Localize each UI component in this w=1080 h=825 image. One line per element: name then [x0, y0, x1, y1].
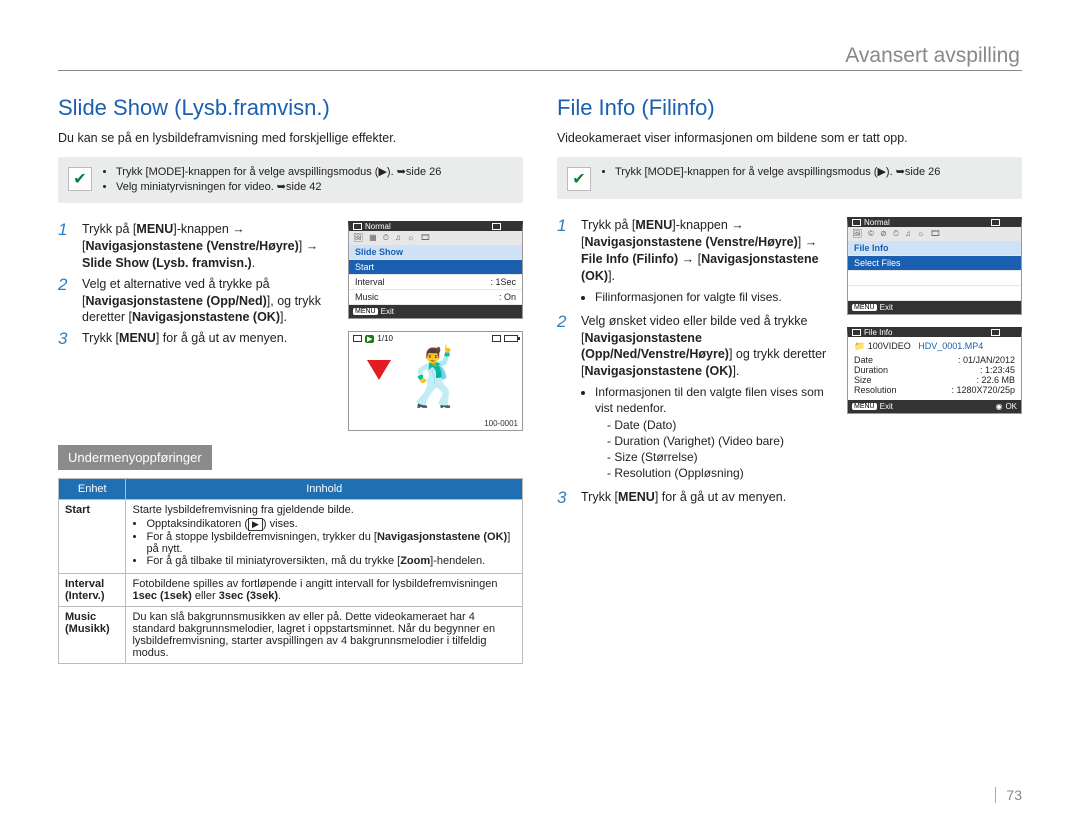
- step-2: 2 Velg et alternative ved å trykke på [N…: [58, 276, 338, 327]
- folder-icon: 📁: [854, 341, 865, 352]
- fileinfo-section-title: File Info (Filinfo): [557, 95, 1022, 121]
- menu-button-label: MENU: [852, 304, 877, 311]
- lcd-list-header: Slide Show: [349, 245, 522, 260]
- card-icon: [353, 335, 362, 342]
- slideshow-section-title: Slide Show (Lysb.framvisn.): [58, 95, 523, 121]
- lcd-icon-row: 🖼▦⏱♫☼🎞: [349, 231, 522, 245]
- step-number: 2: [557, 313, 571, 486]
- submenu-heading: Undermenyoppføringer: [58, 445, 212, 470]
- sd-icon: [991, 329, 1000, 336]
- chapter-header-line: Avansert avspilling: [58, 70, 1022, 71]
- play-indicator-icon: ▶: [248, 518, 263, 531]
- step-number: 1: [557, 217, 571, 309]
- step-number: 1: [58, 221, 72, 272]
- lcd-kv-row: Resolution: 1280X720/25p: [854, 385, 1015, 398]
- battery-icon: [1003, 329, 1017, 336]
- step-3: 3 Trykk [MENU] for å gå ut av menyen.: [557, 489, 837, 508]
- table-header-content: Innhold: [126, 479, 523, 500]
- step-body: Velg ønsket video eller bilde ved å tryk…: [581, 313, 837, 486]
- submenu-table: Enhet Innhold Start Starte lysbildefremv…: [58, 478, 523, 664]
- lcd-kv-row: Date: 01/JAN/2012: [854, 355, 1015, 365]
- sd-icon: [492, 335, 501, 342]
- lcd-fileinfo-menu: Normal 🖼©⊘⏱♫☼🎞 File Info Select Files ME…: [847, 217, 1022, 315]
- table-row: Interval (Interv.) Fotobildene spilles a…: [59, 574, 523, 607]
- card-icon: [353, 223, 362, 230]
- fileinfo-intro: Videokameraet viser informasjonen om bil…: [557, 131, 1022, 145]
- table-header-unit: Enhet: [59, 479, 126, 500]
- table-row: Start Starte lysbildefremvisning fra gje…: [59, 500, 523, 574]
- note-item: Trykk [MODE]-knappen for å velge avspill…: [116, 165, 441, 178]
- lcd-kv-row: Duration: 1:23:45: [854, 365, 1015, 375]
- step-1: 1 Trykk på [MENU]-knappen → [Navigasjons…: [58, 221, 338, 272]
- step-number: 3: [557, 489, 571, 508]
- check-icon: ✔: [68, 167, 92, 191]
- note-item: Trykk [MODE]-knappen for å velge avspill…: [615, 165, 940, 178]
- table-row: Music (Musikk) Du kan slå bakgrunnsmusik…: [59, 607, 523, 664]
- play-badge-icon: ▶: [365, 335, 374, 343]
- sd-icon: [991, 219, 1000, 226]
- lcd-list-header: File Info: [848, 241, 1021, 256]
- fileinfo-note: ✔ Trykk [MODE]-knappen for å velge avspi…: [557, 157, 1022, 199]
- lcd-slideshow-menu: Normal 🖼▦⏱♫☼🎞 Slide Show Start Interval:…: [348, 221, 523, 319]
- lcd-kv-row: Size: 22.6 MB: [854, 375, 1015, 385]
- check-icon: ✔: [567, 167, 591, 191]
- right-column: File Info (Filinfo) Videokameraet viser …: [557, 95, 1022, 664]
- menu-button-label: MENU: [852, 403, 877, 410]
- step-body: Trykk på [MENU]-knappen → [Navigasjonsta…: [82, 221, 338, 272]
- step-1: 1 Trykk på [MENU]-knappen → [Navigasjons…: [557, 217, 837, 309]
- step-body: Trykk [MENU] for å gå ut av menyen.: [581, 489, 837, 508]
- lcd-fileinfo-detail: File Info 📁 100VIDEO HDV_0001.MP4 Date: …: [847, 327, 1022, 414]
- lcd-icon-row: 🖼©⊘⏱♫☼🎞: [848, 227, 1021, 241]
- battery-icon: [504, 223, 518, 230]
- lcd-mockups-left: Normal 🖼▦⏱♫☼🎞 Slide Show Start Interval:…: [348, 221, 523, 431]
- lcd-list-item: Music: On: [349, 290, 522, 305]
- card-icon: [852, 329, 861, 336]
- step-body: Velg et alternative ved å trykke på [Nav…: [82, 276, 338, 327]
- note-item: Velg miniatyrvisningen for video. ➥side …: [116, 180, 441, 193]
- lcd-list-item: Interval: 1Sec: [349, 275, 522, 290]
- card-icon: [852, 219, 861, 226]
- lcd-list-selected: Start: [349, 260, 522, 275]
- lcd-slideshow-preview: ▶1/10 🕺 100-0001: [348, 331, 523, 431]
- red-cursor-icon: [367, 360, 391, 380]
- page-number: 73: [995, 787, 1022, 803]
- lcd-list-selected: Select Files: [848, 256, 1021, 271]
- lcd-filecode: 100-0001: [484, 419, 518, 428]
- menu-button-label: MENU: [353, 308, 378, 315]
- slideshow-note: ✔ Trykk [MODE]-knappen for å velge avspi…: [58, 157, 523, 203]
- step-number: 2: [58, 276, 72, 327]
- step-number: 3: [58, 330, 72, 349]
- left-column: Slide Show (Lysb.framvisn.) Du kan se på…: [58, 95, 523, 664]
- lcd-mockups-right: Normal 🖼©⊘⏱♫☼🎞 File Info Select Files ME…: [847, 217, 1022, 426]
- sd-icon: [492, 223, 501, 230]
- dancer-silhouette-icon: 🕺: [401, 345, 471, 411]
- battery-icon: [504, 335, 518, 342]
- step-body: Trykk [MENU] for å gå ut av menyen.: [82, 330, 338, 349]
- battery-icon: [1003, 219, 1017, 226]
- step-3: 3 Trykk [MENU] for å gå ut av menyen.: [58, 330, 338, 349]
- step-2: 2 Velg ønsket video eller bilde ved å tr…: [557, 313, 837, 486]
- step-body: Trykk på [MENU]-knappen → [Navigasjonsta…: [581, 217, 837, 309]
- chapter-title: Avansert avspilling: [839, 44, 1022, 70]
- slideshow-intro: Du kan se på en lysbildeframvisning med …: [58, 131, 523, 145]
